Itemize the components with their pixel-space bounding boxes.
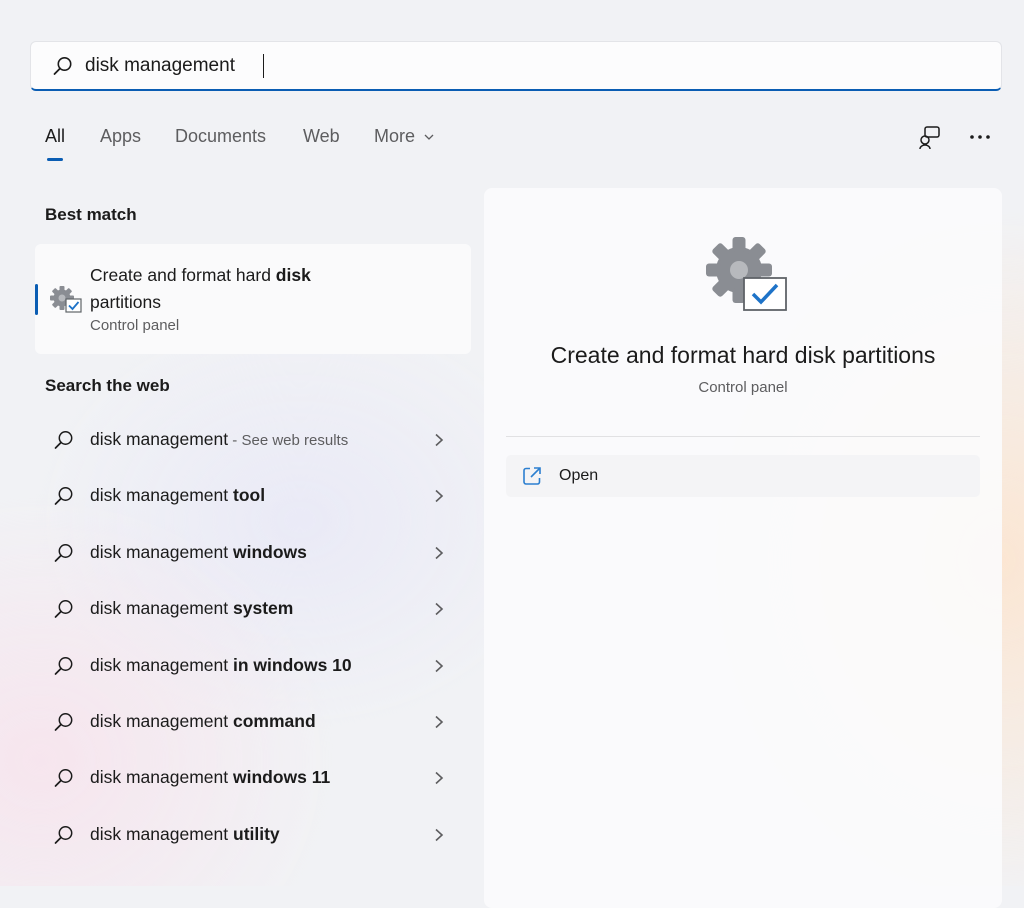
web-result-label: disk management command xyxy=(90,711,316,732)
best-match-heading: Best match xyxy=(45,205,137,224)
query-text: disk management xyxy=(90,598,233,619)
web-results-list: disk management - See web results disk m… xyxy=(35,412,471,863)
chevron-right-icon xyxy=(435,490,444,503)
query-text: disk management xyxy=(90,541,233,562)
search-icon xyxy=(54,713,73,731)
web-result-item[interactable]: disk management windows 11 xyxy=(35,750,471,806)
query-text: disk management xyxy=(90,429,229,449)
gear-checkmark-icon xyxy=(50,286,82,313)
search-box[interactable] xyxy=(30,41,1002,91)
web-result-item[interactable]: disk management utility xyxy=(35,807,471,863)
query-text: disk management xyxy=(90,710,233,731)
search-icon xyxy=(54,487,73,506)
tab-label: Web xyxy=(303,126,340,146)
search-icon xyxy=(53,57,72,75)
web-result-label: disk management windows xyxy=(90,542,307,563)
connected-devices-icon[interactable] xyxy=(917,124,945,152)
best-match-title-end: partitions xyxy=(90,292,162,312)
web-result-label: disk management windows 11 xyxy=(90,767,330,788)
tab-label: More xyxy=(374,126,416,146)
search-icon xyxy=(54,769,73,788)
tab-more[interactable]: More xyxy=(374,126,434,147)
web-result-label: disk management system xyxy=(90,598,293,619)
web-result-item[interactable]: disk management system xyxy=(35,581,471,637)
chevron-right-icon xyxy=(435,772,444,785)
gear-checkmark-icon xyxy=(706,237,787,311)
tab-label: All xyxy=(45,126,66,146)
search-web-heading: Search the web xyxy=(45,376,170,395)
text-caret xyxy=(263,54,264,78)
web-result-item[interactable]: disk management - See web results xyxy=(35,412,471,468)
web-result-item[interactable]: disk management in windows 10 xyxy=(35,638,471,694)
best-match-title-start: Create and format hard xyxy=(90,265,276,285)
query-text: disk management xyxy=(90,654,233,675)
search-input[interactable] xyxy=(85,53,585,79)
query-suggestion: command xyxy=(233,710,316,731)
query-text: disk management xyxy=(90,823,233,844)
preview-pane: Create and format hard disk partitions C… xyxy=(484,188,1002,908)
preview-subtitle: Control panel xyxy=(698,379,788,396)
query-suggestion: windows 11 xyxy=(233,767,331,788)
query-text: disk management xyxy=(90,767,233,788)
best-match-result[interactable]: Create and format hard disk partitions C… xyxy=(35,244,471,354)
tab-web[interactable]: Web xyxy=(303,126,340,147)
more-options-icon[interactable] xyxy=(966,123,994,151)
selection-indicator xyxy=(35,284,38,315)
query-suggestion: utility xyxy=(233,823,280,844)
query-text: disk management xyxy=(90,485,233,506)
divider xyxy=(506,436,980,437)
web-result-label: disk management utility xyxy=(90,824,280,845)
search-icon xyxy=(54,600,73,619)
tab-label: Apps xyxy=(100,126,142,146)
query-suggestion: tool xyxy=(233,485,266,506)
search-icon xyxy=(54,656,73,675)
best-match-title: Create and format hard disk partitions xyxy=(90,262,390,316)
best-match-title-bold: disk xyxy=(275,265,311,285)
chevron-right-icon xyxy=(435,546,444,559)
search-icon xyxy=(54,431,73,449)
best-match-subtitle: Control panel xyxy=(90,317,180,334)
tab-documents[interactable]: Documents xyxy=(175,126,266,147)
chevron-right-icon xyxy=(435,433,444,447)
chevron-right-icon xyxy=(435,659,444,672)
open-button[interactable]: Open xyxy=(506,455,980,497)
see-web-results-hint: - See web results xyxy=(228,432,349,449)
chevron-right-icon xyxy=(435,603,444,616)
preview-title: Create and format hard disk partitions xyxy=(550,342,936,368)
web-result-item[interactable]: disk management tool xyxy=(35,468,471,524)
open-external-icon xyxy=(523,467,541,485)
search-icon xyxy=(54,825,73,844)
tab-label: Documents xyxy=(175,126,267,146)
web-result-label: disk management - See web results xyxy=(90,429,348,450)
web-result-label: disk management in windows 10 xyxy=(90,655,352,676)
query-suggestion: system xyxy=(233,598,294,619)
chevron-down-icon xyxy=(424,134,434,141)
chevron-right-icon xyxy=(435,828,444,841)
web-result-item[interactable]: disk management windows xyxy=(35,525,471,581)
query-suggestion: windows xyxy=(233,541,307,562)
query-suggestion: in windows 10 xyxy=(233,654,352,675)
active-tab-indicator xyxy=(47,158,63,161)
search-icon xyxy=(54,543,73,562)
tab-all[interactable]: All xyxy=(45,126,66,161)
web-result-label: disk management tool xyxy=(90,485,265,506)
chevron-right-icon xyxy=(435,715,444,729)
tab-apps[interactable]: Apps xyxy=(100,126,141,147)
web-result-item[interactable]: disk management command xyxy=(35,694,471,750)
open-label: Open xyxy=(559,467,599,484)
